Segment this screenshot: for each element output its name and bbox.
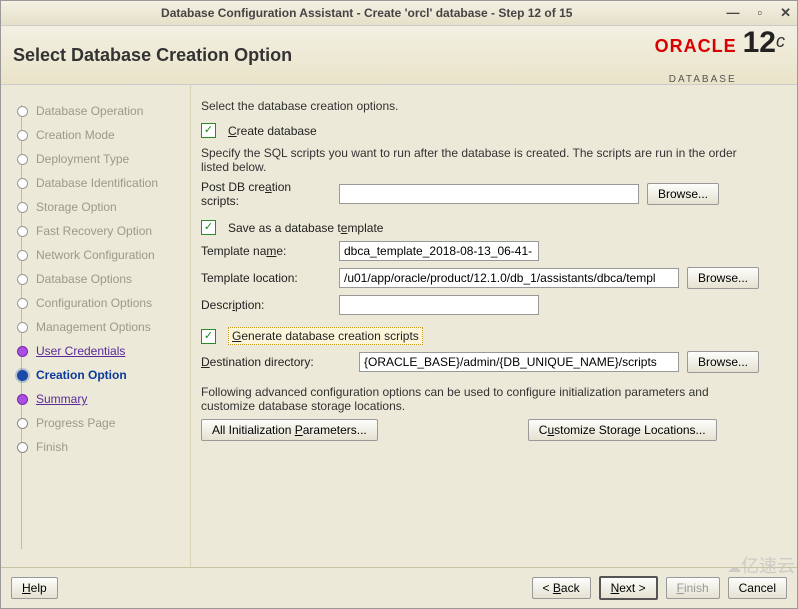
content-area: Select the database creation options. Cr… <box>191 85 797 567</box>
step-dot-icon <box>17 106 28 117</box>
step-label: Database Operation <box>36 104 143 118</box>
step-dot-icon <box>17 178 28 189</box>
create-database-section: Create database Specify the SQL scripts … <box>201 123 789 208</box>
wizard-step-1[interactable]: Creation Mode <box>17 123 186 147</box>
page-header: Select Database Creation Option ORACLE D… <box>1 26 797 85</box>
step-label: Network Configuration <box>36 248 155 262</box>
wizard-step-9[interactable]: Management Options <box>17 315 186 339</box>
customize-storage-button[interactable]: Customize Storage Locations... <box>528 419 717 441</box>
wizard-step-4[interactable]: Storage Option <box>17 195 186 219</box>
step-label: Configuration Options <box>36 296 152 310</box>
close-button[interactable]: ✕ <box>780 5 791 21</box>
footer-nav: Help < Back Next > Finish Cancel <box>1 567 797 608</box>
step-label: Management Options <box>36 320 151 334</box>
brand-version-suffix: c <box>776 31 785 51</box>
generate-scripts-section: Generate database creation scripts Desti… <box>201 327 789 373</box>
step-label: Fast Recovery Option <box>36 224 152 238</box>
step-dot-icon <box>17 394 28 405</box>
template-location-input[interactable] <box>339 268 679 288</box>
brand-database: DATABASE <box>669 75 737 85</box>
body: Database Operation Creation Mode Deploymen… <box>1 85 797 567</box>
step-label: Finish <box>36 440 68 454</box>
brand-version: 12 <box>743 26 776 59</box>
step-dot-icon <box>17 346 28 357</box>
wizard-step-6[interactable]: Network Configuration <box>17 243 186 267</box>
post-scripts-label: Post DB creation scripts: <box>201 180 331 208</box>
window-title: Database Configuration Assistant - Creat… <box>7 6 726 20</box>
template-name-label: Template name: <box>201 244 331 258</box>
step-dot-icon <box>17 274 28 285</box>
save-template-checkbox[interactable] <box>201 220 216 235</box>
create-database-desc: Specify the SQL scripts you want to run … <box>201 146 761 174</box>
minimize-button[interactable]: — <box>726 5 739 21</box>
wizard-step-0[interactable]: Database Operation <box>17 99 186 123</box>
post-scripts-browse-button[interactable]: Browse... <box>647 183 719 205</box>
step-dot-icon <box>17 226 28 237</box>
cancel-button[interactable]: Cancel <box>728 577 787 599</box>
wizard-steps-sidebar: Database Operation Creation Mode Deploymen… <box>1 85 191 567</box>
step-label: Deployment Type <box>36 152 129 166</box>
post-scripts-input[interactable] <box>339 184 639 204</box>
advanced-options-note: Following advanced configuration options… <box>201 385 761 413</box>
finish-button[interactable]: Finish <box>666 577 720 599</box>
dest-dir-input[interactable] <box>359 352 679 372</box>
create-database-checkbox[interactable] <box>201 123 216 138</box>
save-template-section: Save as a database template Template nam… <box>201 220 789 315</box>
app-window: Database Configuration Assistant - Creat… <box>0 0 798 609</box>
wizard-step-2[interactable]: Deployment Type <box>17 147 186 171</box>
step-dot-icon <box>17 154 28 165</box>
template-desc-input[interactable] <box>339 295 539 315</box>
step-label: Storage Option <box>36 200 117 214</box>
step-label: Progress Page <box>36 416 115 430</box>
wizard-step-5[interactable]: Fast Recovery Option <box>17 219 186 243</box>
page-title: Select Database Creation Option <box>13 45 655 66</box>
wizard-step-7[interactable]: Database Options <box>17 267 186 291</box>
step-label: Database Identification <box>36 176 158 190</box>
back-button[interactable]: < Back <box>532 577 591 599</box>
brand-block: ORACLE DATABASE 12c <box>655 26 785 85</box>
maximize-button[interactable]: ▫ <box>757 5 762 21</box>
step-dot-icon <box>17 250 28 261</box>
step-dot-icon <box>17 130 28 141</box>
create-database-label: Create database <box>228 124 317 138</box>
brand-oracle: ORACLE <box>655 37 737 55</box>
step-dot-icon <box>17 442 28 453</box>
step-label: Creation Mode <box>36 128 115 142</box>
init-params-button[interactable]: All Initialization Parameters... <box>201 419 378 441</box>
step-dot-icon <box>17 298 28 309</box>
wizard-step-10[interactable]: User Credentials <box>17 339 186 363</box>
wizard-step-11: Creation Option <box>17 363 186 387</box>
help-button[interactable]: Help <box>11 577 58 599</box>
generate-scripts-checkbox[interactable] <box>201 329 216 344</box>
template-location-browse-button[interactable]: Browse... <box>687 267 759 289</box>
step-dot-icon <box>17 202 28 213</box>
template-location-label: Template location: <box>201 271 331 285</box>
step-label: Database Options <box>36 272 132 286</box>
wizard-step-14: Finish <box>17 435 186 459</box>
next-button[interactable]: Next > <box>599 576 658 600</box>
instruction-text: Select the database creation options. <box>201 99 789 113</box>
template-desc-label: Description: <box>201 298 331 312</box>
titlebar: Database Configuration Assistant - Creat… <box>1 1 797 26</box>
step-label: User Credentials <box>36 344 125 358</box>
wizard-step-3[interactable]: Database Identification <box>17 171 186 195</box>
save-template-label: Save as a database template <box>228 221 383 235</box>
dest-dir-label: Destination directory: <box>201 355 351 369</box>
wizard-step-12[interactable]: Summary <box>17 387 186 411</box>
step-dot-icon <box>17 418 28 429</box>
wizard-step-13: Progress Page <box>17 411 186 435</box>
wizard-step-8[interactable]: Configuration Options <box>17 291 186 315</box>
step-label: Summary <box>36 392 87 406</box>
window-buttons: — ▫ ✕ <box>726 5 791 21</box>
step-label: Creation Option <box>36 368 127 382</box>
step-dot-icon <box>17 322 28 333</box>
generate-scripts-label: Generate database creation scripts <box>228 327 423 345</box>
dest-dir-browse-button[interactable]: Browse... <box>687 351 759 373</box>
step-dot-icon <box>17 370 28 381</box>
template-name-input[interactable] <box>339 241 539 261</box>
